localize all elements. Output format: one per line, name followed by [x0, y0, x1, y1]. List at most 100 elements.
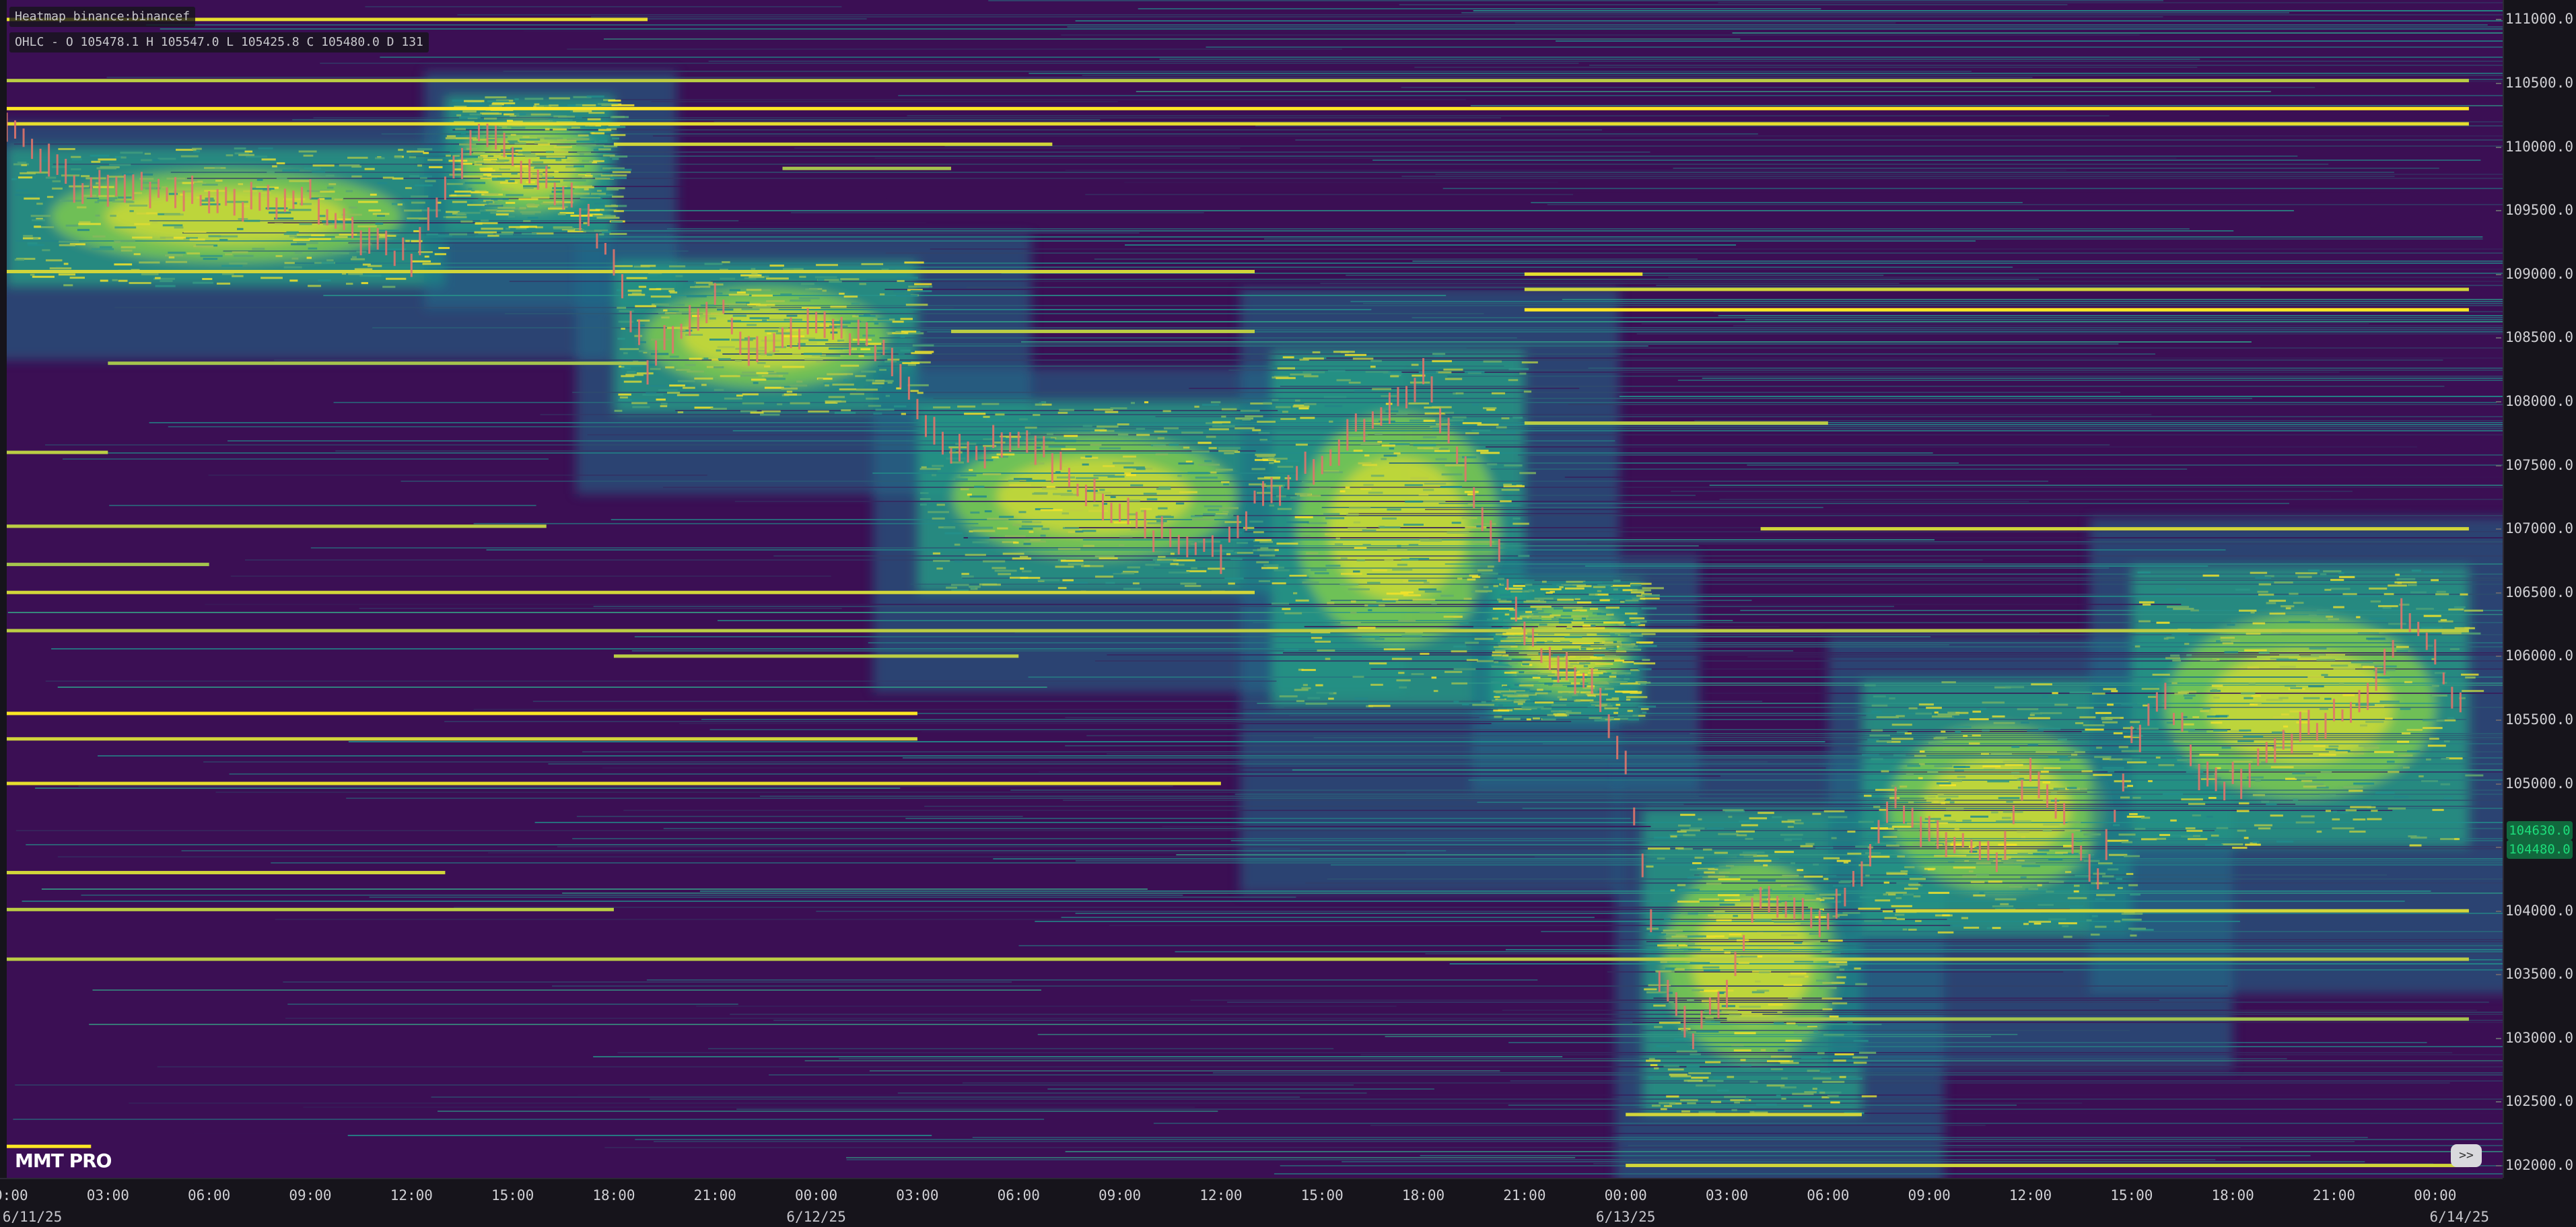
heat-cell	[2421, 780, 2438, 783]
heat-cell	[1792, 1092, 1814, 1095]
time-axis[interactable]: 00:0003:0006:0009:0012:0015:0018:0021:00…	[0, 1178, 2503, 1227]
heat-cell	[294, 252, 303, 254]
heat-cell	[1891, 825, 1912, 828]
heat-cell	[2330, 664, 2348, 667]
heat-cell	[1352, 676, 1364, 678]
heat-cell	[2272, 715, 2295, 718]
heat-cell	[1683, 834, 1696, 837]
heat-cell	[1690, 962, 1710, 965]
heat-cell	[2071, 753, 2078, 756]
heat-cell	[1558, 691, 1580, 693]
heat-cell	[1495, 691, 1501, 694]
heat-cell	[573, 165, 585, 168]
heat-cell	[1656, 1045, 1670, 1047]
heat-cell	[1453, 701, 1459, 703]
time-tick-label: 15:00	[1300, 1187, 1344, 1203]
heat-cell	[1360, 488, 1372, 491]
heat-cell	[1937, 713, 1960, 715]
level-line	[1636, 333, 2503, 335]
heat-cell	[186, 252, 201, 255]
heat-cell	[1731, 1109, 1737, 1111]
heat-cell	[626, 277, 648, 279]
heat-cell	[1580, 647, 1587, 650]
heat-cell	[1593, 654, 1605, 656]
heat-cell	[2040, 770, 2049, 773]
level-line	[1547, 204, 2503, 205]
heat-cell	[2304, 783, 2324, 785]
heat-cell	[2158, 764, 2175, 767]
heat-cell	[786, 390, 793, 393]
heat-cell	[1305, 703, 1327, 705]
candle	[1675, 992, 1677, 1016]
candle	[1953, 837, 1956, 853]
heat-cell	[1726, 865, 1735, 868]
heat-cell	[1756, 989, 1770, 992]
heat-cell	[2011, 746, 2020, 748]
level-line	[81, 895, 1183, 896]
heat-cell	[1404, 484, 1423, 487]
level-line	[41, 888, 1148, 890]
liquidity-band	[1524, 421, 1828, 425]
heat-cell	[2138, 620, 2151, 623]
candle	[1169, 528, 1172, 547]
heat-cell	[462, 110, 477, 113]
heat-cell	[2202, 574, 2219, 577]
scroll-to-realtime-button[interactable]: >>	[2451, 1144, 2482, 1167]
heat-cell	[1677, 901, 1700, 903]
heat-cell	[232, 275, 244, 277]
heat-cell	[1557, 598, 1574, 601]
heat-cell	[2006, 800, 2013, 803]
heat-cell	[216, 282, 231, 285]
heat-cell	[1508, 367, 1529, 370]
heat-cell	[1056, 476, 1076, 479]
level-line	[310, 547, 1499, 549]
heat-cell	[434, 253, 446, 256]
candle	[866, 322, 868, 347]
heat-cell	[2075, 874, 2091, 877]
level-line	[303, 1107, 1195, 1108]
price-tick-label: 106500.0	[2495, 584, 2573, 600]
heat-cell	[1907, 765, 1920, 767]
liquidity-band	[7, 781, 1221, 785]
heat-cell	[2351, 661, 2373, 664]
heat-cell	[554, 151, 569, 153]
heat-cell	[2165, 657, 2180, 660]
price-axis[interactable]: 111000.0 110500.0 110000.0 109500.0 109000.0…	[2495, 0, 2576, 1178]
heat-cell	[407, 150, 425, 153]
heat-cell	[1877, 825, 1893, 827]
heat-cell	[611, 174, 627, 177]
heat-cell	[1572, 609, 1587, 612]
heat-cell	[1221, 408, 1237, 411]
level-line	[1300, 848, 2503, 849]
heat-cell	[1624, 623, 1641, 625]
heat-cell	[1077, 505, 1093, 507]
heat-cell	[936, 567, 943, 570]
candle	[2004, 831, 2007, 860]
candle	[216, 189, 219, 213]
level-line	[1588, 367, 2503, 369]
heat-cell	[1277, 507, 1292, 510]
heat-cell	[2211, 722, 2223, 724]
heat-cell	[1461, 703, 1469, 705]
heat-cell	[1276, 377, 1296, 380]
heat-cell	[1234, 551, 1253, 554]
heat-cell	[2324, 697, 2332, 700]
candle	[1810, 907, 1813, 928]
heat-cell	[1259, 540, 1274, 543]
heat-cell	[1370, 683, 1383, 686]
heat-cell	[533, 166, 551, 169]
liquidity-band	[7, 524, 547, 528]
heat-cell	[753, 382, 759, 384]
heat-cell	[1604, 687, 1614, 690]
heat-cell	[1210, 401, 1221, 404]
level-line	[1420, 1155, 2311, 1156]
heat-cell	[1381, 444, 1395, 447]
heat-cell	[1869, 734, 1890, 737]
heat-cell	[651, 339, 670, 341]
level-line	[503, 71, 1972, 72]
heat-cell	[885, 394, 891, 397]
heatmap-plot-area[interactable]	[7, 0, 2503, 1178]
level-line	[607, 99, 1466, 100]
candle	[2130, 726, 2133, 744]
candle	[1743, 935, 1745, 952]
